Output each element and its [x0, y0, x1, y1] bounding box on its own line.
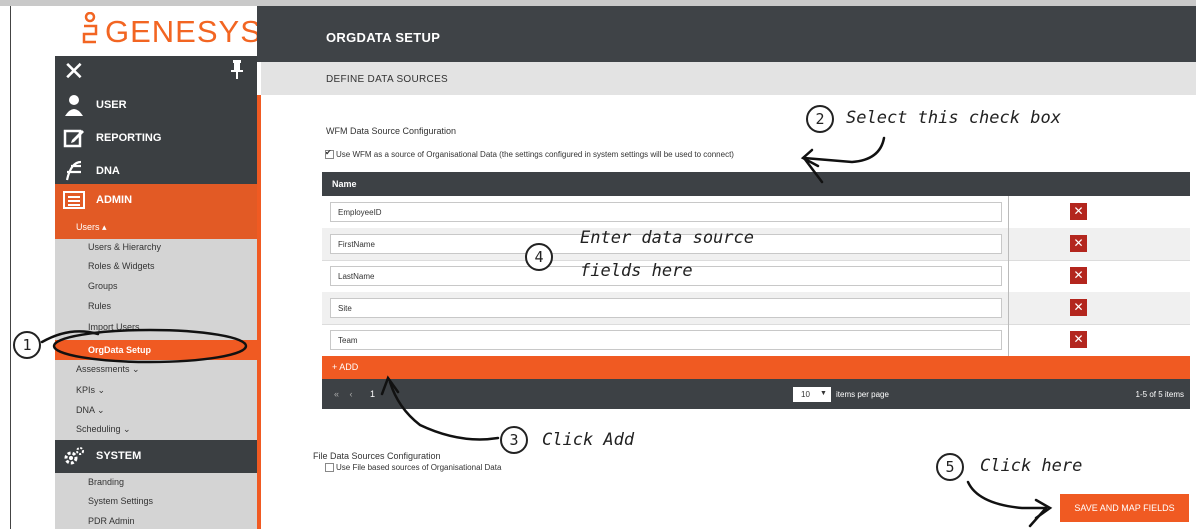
- arrow-2: [802, 136, 886, 164]
- step-1-badge: 1: [13, 331, 41, 359]
- arrow-3-head: [380, 375, 400, 396]
- arrow-3: [388, 380, 500, 441]
- arrow-5-tail: [1028, 506, 1048, 528]
- step-4-text-line2: fields here: [580, 261, 693, 281]
- step-4-badge: 4: [525, 243, 553, 271]
- step-4-text-line1: Enter data source: [580, 228, 754, 248]
- arrow-2-tail: [802, 156, 824, 184]
- step-5-text: Click here: [980, 456, 1083, 476]
- step-2-text: Select this check box: [846, 108, 1061, 128]
- step-3-text: Click Add: [542, 430, 635, 450]
- step-2-badge: 2: [806, 105, 834, 133]
- highlight-ellipse: [52, 328, 248, 364]
- step-3-badge: 3: [500, 426, 528, 454]
- step-5-badge: 5: [936, 453, 964, 481]
- arrow-5: [966, 480, 1048, 510]
